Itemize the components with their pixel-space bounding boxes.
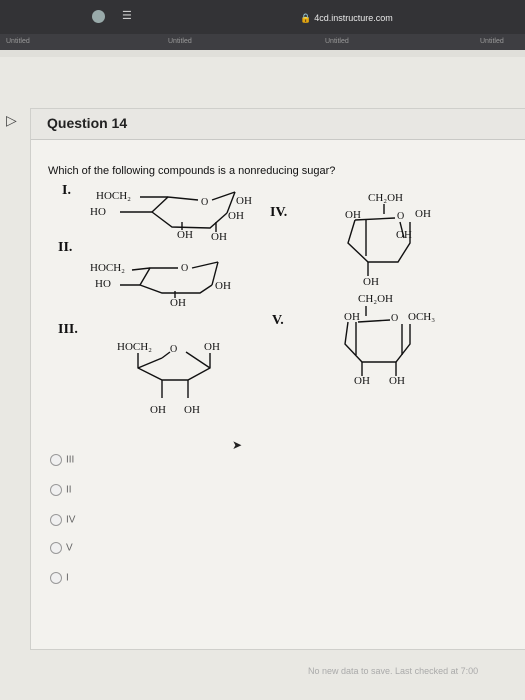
radio-button[interactable] [50, 514, 62, 526]
option-iv[interactable]: IV [50, 514, 75, 526]
option-label: II [66, 484, 72, 496]
radio-button[interactable] [50, 484, 62, 496]
radio-button[interactable] [50, 572, 62, 584]
option-label: IV [66, 514, 76, 526]
radio-button[interactable] [50, 454, 62, 466]
option-i[interactable]: I [50, 572, 69, 584]
autosave-status: No new data to save. Last checked at 7:0… [308, 666, 479, 676]
option-iii[interactable]: III [50, 454, 74, 466]
structure-v-ring [344, 306, 411, 376]
option-ii[interactable]: II [50, 484, 72, 496]
option-label: I [66, 572, 69, 584]
option-label: III [66, 454, 75, 466]
option-label: V [66, 542, 73, 554]
radio-button[interactable] [50, 542, 62, 554]
option-v[interactable]: V [50, 542, 73, 554]
mouse-cursor-icon: ➤ [232, 438, 243, 452]
